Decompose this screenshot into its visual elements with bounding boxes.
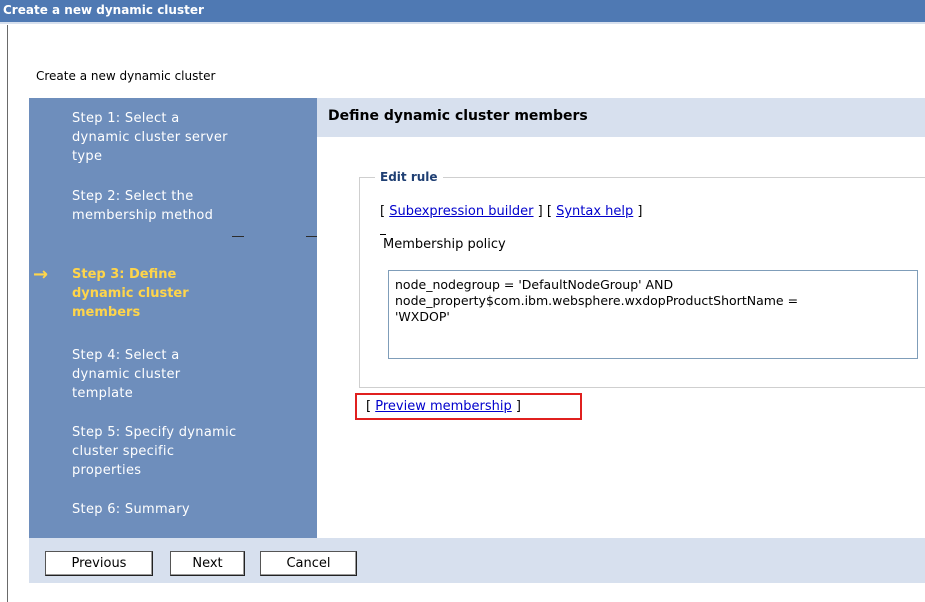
window-border xyxy=(7,25,8,602)
separator-dash xyxy=(232,236,244,237)
subexpression-builder-link[interactable]: Subexpression builder xyxy=(389,204,533,219)
bracket-text: [ xyxy=(380,204,390,219)
membership-policy-textarea[interactable]: node_nodegroup = 'DefaultNodeGroup' AND … xyxy=(388,270,918,359)
step-1-select-server-type[interactable]: Step 1: Select a dynamic cluster server … xyxy=(72,109,237,166)
step-4-select-template[interactable]: Step 4: Select a dynamic cluster templat… xyxy=(72,346,237,403)
bracket-text: [ xyxy=(366,399,376,414)
previous-button[interactable]: Previous xyxy=(45,551,153,576)
wizard-steps-sidebar: Step 1: Select a dynamic cluster server … xyxy=(29,98,317,538)
edit-rule-legend: Edit rule xyxy=(380,170,438,184)
policy-label-mark xyxy=(380,234,386,235)
preview-membership-link[interactable]: Preview membership xyxy=(375,399,512,414)
window-title: Create a new dynamic cluster xyxy=(0,0,925,24)
separator-dash xyxy=(306,236,317,237)
section-header: Define dynamic cluster members xyxy=(317,98,925,137)
step-3-define-members[interactable]: Step 3: Define dynamic cluster members xyxy=(72,265,237,322)
next-button[interactable]: Next xyxy=(170,551,245,576)
cancel-button[interactable]: Cancel xyxy=(260,551,357,576)
step-6-summary[interactable]: Step 6: Summary xyxy=(72,500,242,519)
membership-policy-label: Membership policy xyxy=(383,237,506,252)
bracket-text: ] xyxy=(511,399,521,414)
step-5-specify-properties[interactable]: Step 5: Specify dynamic cluster specific… xyxy=(72,423,242,480)
rule-links: [ Subexpression builder ] [ Syntax help … xyxy=(380,204,642,219)
page-title: Create a new dynamic cluster xyxy=(36,69,216,83)
syntax-help-link[interactable]: Syntax help xyxy=(556,204,633,219)
bracket-text: ] [ xyxy=(533,204,557,219)
current-step-arrow-icon: → xyxy=(33,264,49,285)
preview-membership-highlight: [ Preview membership ] xyxy=(355,393,582,420)
wizard-footer xyxy=(29,538,925,583)
step-2-select-membership-method[interactable]: Step 2: Select the membership method xyxy=(72,187,242,225)
bracket-text: ] xyxy=(633,204,643,219)
